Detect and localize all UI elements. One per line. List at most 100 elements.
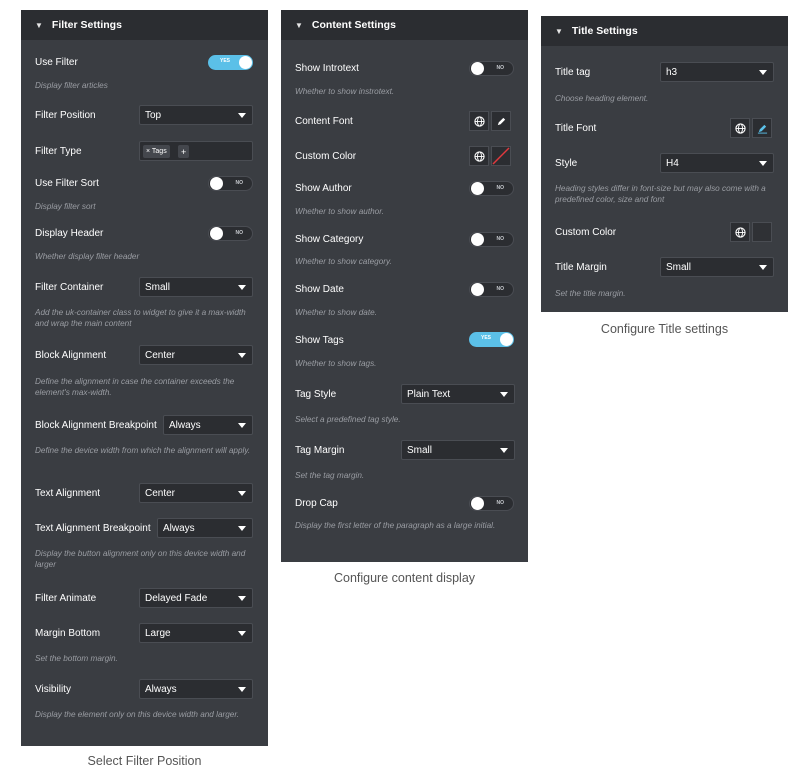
custom-color-swatch[interactable] (491, 146, 511, 166)
text-alignment-select[interactable]: Center (139, 483, 253, 503)
filter-type-label: Filter Type (35, 146, 82, 157)
text-alignment-breakpoint-desc: Display the button alignment only on thi… (35, 549, 246, 569)
title-tag-select[interactable]: h3 (660, 62, 774, 82)
tag-margin-label: Tag Margin (295, 445, 345, 456)
show-introtext-toggle[interactable]: NO (469, 61, 514, 76)
dropdown-arrow-icon (238, 353, 246, 358)
title-tag-label: Title tag (555, 67, 591, 78)
dropdown-arrow-icon (500, 392, 508, 397)
dropdown-arrow-icon (238, 113, 246, 118)
filter-type-tag-input[interactable]: × Tags + (139, 141, 253, 161)
use-filter-desc: Display filter articles (35, 81, 108, 90)
filter-position-select[interactable]: Top (139, 105, 253, 125)
use-filter-sort-toggle[interactable]: NO (208, 176, 253, 191)
block-alignment-select[interactable]: Center (139, 345, 253, 365)
dropdown-arrow-icon (238, 631, 246, 636)
content-settings-header[interactable]: ▼ Content Settings (281, 10, 528, 40)
tag-margin-select[interactable]: Small (401, 440, 515, 460)
caret-down-icon: ▼ (555, 26, 563, 36)
filter-container-select[interactable]: Small (139, 277, 253, 297)
filter-animate-select[interactable]: Delayed Fade (139, 588, 253, 608)
display-header-label: Display Header (35, 228, 104, 239)
dropdown-arrow-icon (759, 70, 767, 75)
dropdown-arrow-icon (238, 491, 246, 496)
content-panel-caption: Configure content display (333, 571, 476, 585)
select-value: Always (169, 419, 201, 431)
caret-down-icon: ▼ (295, 20, 303, 30)
tag-chip[interactable]: × Tags (143, 145, 170, 158)
select-value: Center (145, 349, 176, 361)
custom-color-globe-button[interactable] (469, 146, 489, 166)
toggle-text: NO (496, 185, 505, 191)
toggle-text: NO (496, 65, 505, 71)
title-tag-desc: Choose heading element. (555, 94, 649, 103)
show-category-toggle[interactable]: NO (469, 232, 514, 247)
select-value: Plain Text (407, 388, 451, 400)
panel-title: Title Settings (571, 25, 638, 37)
select-value: Small (145, 281, 171, 293)
title-font-label: Title Font (555, 123, 597, 134)
title-settings-header[interactable]: ▼ Title Settings (541, 16, 788, 46)
title-custom-color-globe-button[interactable] (730, 222, 750, 242)
select-value: Small (666, 261, 692, 273)
globe-icon (734, 122, 746, 134)
title-margin-desc: Set the title margin. (555, 289, 626, 298)
add-tag-button[interactable]: + (178, 145, 190, 158)
toggle-knob (210, 227, 223, 240)
tag-margin-desc: Set the tag margin. (295, 471, 365, 480)
title-margin-select[interactable]: Small (660, 257, 774, 277)
block-alignment-label: Block Alignment (35, 350, 107, 361)
dropdown-arrow-icon (759, 265, 767, 270)
select-value: Delayed Fade (145, 592, 208, 604)
toggle-text: NO (235, 230, 244, 236)
dropdown-arrow-icon (238, 423, 246, 428)
toggle-knob (500, 333, 513, 346)
drop-cap-desc: Display the first letter of the paragrap… (295, 521, 496, 530)
show-date-label: Show Date (295, 284, 344, 295)
visibility-label: Visibility (35, 684, 71, 695)
style-select[interactable]: H4 (660, 153, 774, 173)
display-header-desc: Whether display filter header (35, 252, 140, 261)
tag-style-select[interactable]: Plain Text (401, 384, 515, 404)
select-value: Small (407, 444, 433, 456)
select-value: H4 (666, 157, 679, 169)
display-header-toggle[interactable]: NO (208, 226, 253, 241)
select-value: Center (145, 487, 176, 499)
margin-bottom-label: Margin Bottom (35, 628, 101, 639)
block-alignment-breakpoint-select[interactable]: Always (163, 415, 253, 435)
show-date-desc: Whether to show date. (295, 308, 377, 317)
globe-icon (473, 115, 485, 127)
show-author-toggle[interactable]: NO (469, 181, 514, 196)
select-value: Top (145, 109, 162, 121)
margin-bottom-select[interactable]: Large (139, 623, 253, 643)
filter-container-label: Filter Container (35, 282, 104, 293)
text-alignment-breakpoint-select[interactable]: Always (157, 518, 253, 538)
visibility-select[interactable]: Always (139, 679, 253, 699)
title-custom-color-label: Custom Color (555, 227, 617, 238)
dropdown-arrow-icon (238, 526, 246, 531)
filter-settings-header[interactable]: ▼ Filter Settings (21, 10, 268, 40)
toggle-knob (210, 177, 223, 190)
toggle-text: NO (496, 236, 505, 242)
title-font-globe-button[interactable] (730, 118, 750, 138)
toggle-knob (471, 182, 484, 195)
title-custom-color-swatch[interactable] (752, 222, 772, 242)
show-tags-toggle[interactable]: YES (469, 332, 514, 347)
dropdown-arrow-icon (238, 596, 246, 601)
tag-style-label: Tag Style (295, 389, 337, 400)
show-introtext-desc: Whether to show instrotext. (295, 87, 395, 96)
tag-style-desc: Select a predefined tag style. (295, 415, 401, 424)
title-settings-panel: ▼ Title Settings Title tag h3 Choose hea… (541, 16, 788, 312)
title-font-edit-button[interactable] (752, 118, 772, 138)
drop-cap-toggle[interactable]: NO (469, 496, 514, 511)
use-filter-toggle[interactable]: YES (208, 55, 253, 70)
content-font-edit-button[interactable] (491, 111, 511, 131)
toggle-text: NO (496, 286, 505, 292)
show-introtext-label: Show Introtext (295, 63, 359, 74)
title-panel-caption: Configure Title settings (600, 322, 729, 336)
toggle-text: YES (481, 335, 492, 341)
show-date-toggle[interactable]: NO (469, 282, 514, 297)
globe-icon (734, 226, 746, 238)
style-label: Style (555, 158, 578, 169)
content-font-globe-button[interactable] (469, 111, 489, 131)
